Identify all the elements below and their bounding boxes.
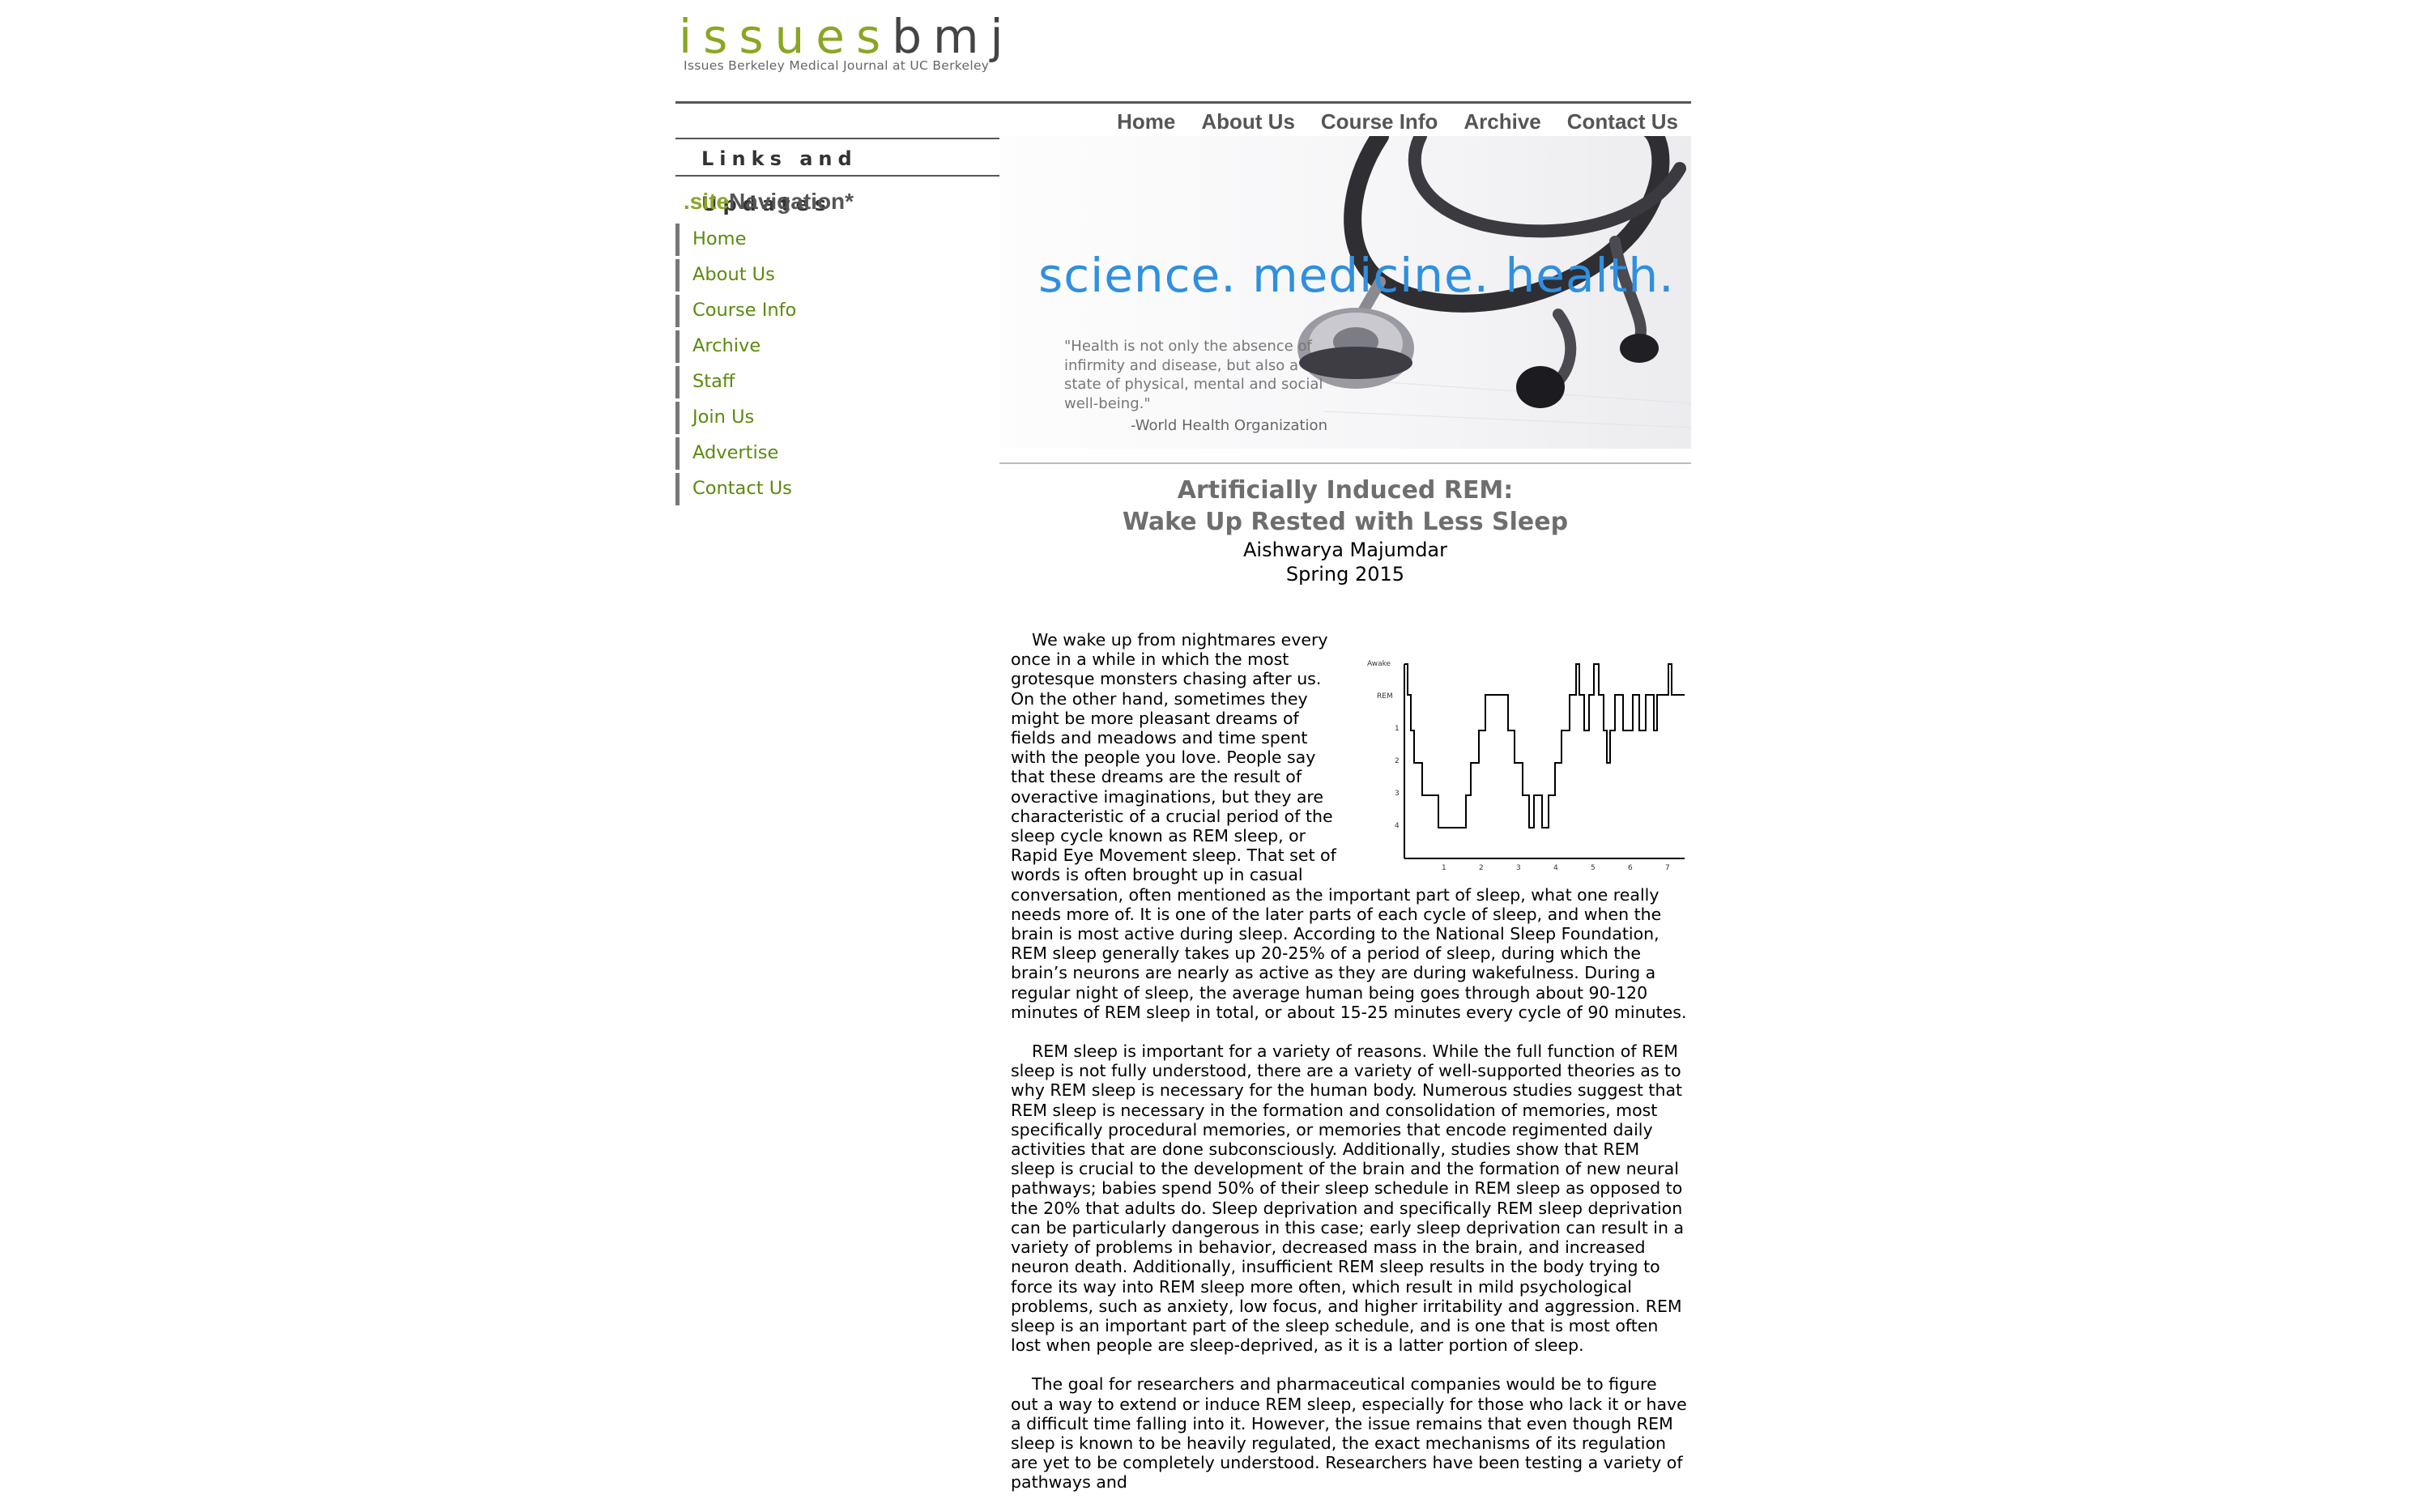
sidebar-heading: Links and Updates [675, 136, 999, 215]
article-date: Spring 2015 [1285, 563, 1405, 586]
banner-quote-source: -World Health Organization [1131, 417, 1327, 434]
hypnogram-xlabel: 1 [1442, 864, 1446, 870]
sidebar: Links and Updates .siteNavigation* Home … [675, 136, 999, 509]
top-navigation: Home About Us Course Info Archive Contac… [675, 101, 1691, 139]
hypnogram-xlabel: 4 [1553, 864, 1558, 870]
topnav-about-us[interactable]: About Us [1201, 109, 1295, 134]
hypnogram-xlabel: 3 [1516, 864, 1521, 870]
article-paragraph: REM sleep is important for a variety of … [1011, 1041, 1685, 1356]
sidebar-item-advertise[interactable]: Advertise [675, 437, 999, 470]
sidebar-item-home[interactable]: Home [675, 224, 999, 256]
hypnogram-xlabel: 6 [1628, 864, 1633, 870]
hypnogram-trace [1404, 663, 1685, 828]
article-header: Artificially Induced REM: Wake Up Rested… [999, 475, 1691, 586]
article-paragraph: The goal for researchers and pharmaceuti… [1011, 1374, 1687, 1493]
topnav-archive[interactable]: Archive [1464, 109, 1540, 134]
sidebar-item-about-us[interactable]: About Us [675, 259, 999, 292]
sidebar-item-contact-us[interactable]: Contact Us [675, 473, 999, 505]
site-logo[interactable]: issuesbmj Issues Berkeley Medical Journa… [679, 10, 1019, 75]
topnav-home[interactable]: Home [1117, 109, 1175, 134]
hypnogram-x-labels: 1 2 3 4 5 6 7 [1442, 864, 1670, 870]
hypnogram-ylabel: Awake [1367, 660, 1391, 668]
article-title-line2: Wake Up Rested with Less Sleep [1122, 508, 1569, 536]
logo-tagline: Issues Berkeley Medical Journal at UC Be… [684, 58, 990, 73]
hypnogram-ylabel: REM [1377, 692, 1393, 701]
sidebar-item-staff[interactable]: Staff [675, 366, 999, 398]
banner-slogan: science. medicine. health. [1038, 248, 1675, 303]
topnav-contact-us[interactable]: Contact Us [1567, 109, 1678, 134]
topnav-course-info[interactable]: Course Info [1321, 109, 1438, 134]
sidebar-menu: Home About Us Course Info Archive Staff … [675, 224, 999, 505]
hypnogram-ylabel: 4 [1395, 822, 1400, 830]
sidebar-item-archive[interactable]: Archive [675, 330, 999, 363]
hypnogram-xlabel: 7 [1665, 864, 1670, 870]
hypnogram-ylabel: 3 [1395, 790, 1400, 798]
hypnogram-xlabel: 5 [1591, 864, 1596, 870]
hypnogram-y-labels: Awake REM 1 2 3 4 [1367, 660, 1400, 830]
sidebar-item-join-us[interactable]: Join Us [675, 402, 999, 434]
article-author: Aishwarya Majumdar [1242, 539, 1448, 561]
banner-quote: "Health is not only the absence of infir… [1064, 338, 1323, 412]
divider [999, 462, 1691, 464]
sidebar-item-course-info[interactable]: Course Info [675, 295, 999, 327]
site-navigation-heading: .siteNavigation* [684, 189, 854, 214]
hypnogram-ylabel: 1 [1395, 725, 1400, 733]
hypnogram-xlabel: 2 [1479, 864, 1484, 870]
logo-wordmark: issuesbmj [679, 9, 1015, 64]
sleep-hypnogram-figure: Awake REM 1 2 3 4 1 2 3 4 5 6 7 [1367, 660, 1685, 870]
article-title-line1: Artificially Induced REM: [1177, 476, 1514, 505]
article-body: Awake REM 1 2 3 4 1 2 3 4 5 6 7 We wake … [1011, 630, 1688, 1512]
hero-banner: science. medicine. health. "Health is no… [999, 136, 1691, 449]
hypnogram-ylabel: 2 [1395, 757, 1400, 765]
